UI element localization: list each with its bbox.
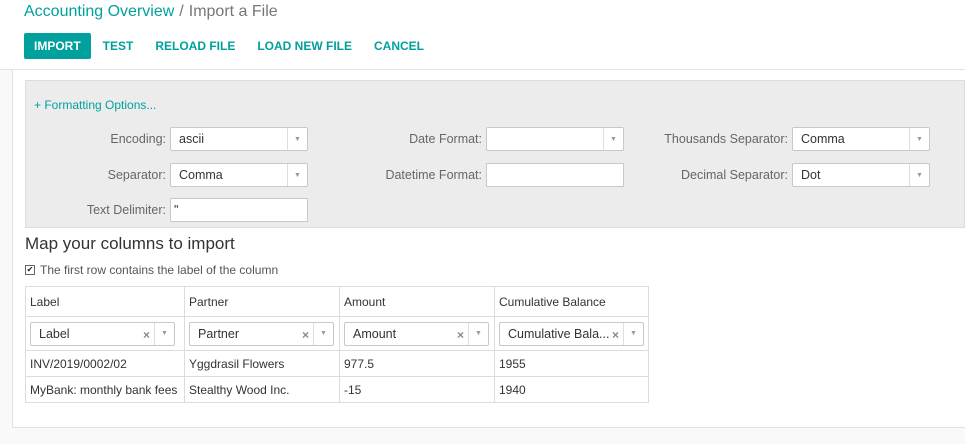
separator-value: Comma — [179, 168, 223, 182]
chevron-down-icon: ▼ — [909, 164, 929, 186]
breadcrumb: Accounting Overview / Import a File — [24, 2, 278, 22]
field-select-value: Cumulative Bala... — [508, 326, 610, 341]
encoding-row: Encoding: ascii ▼ — [26, 127, 308, 151]
clear-x-icon[interactable]: × — [457, 328, 464, 342]
field-select-value: Amount — [353, 326, 397, 341]
clear-x-icon[interactable]: × — [143, 328, 150, 342]
control-panel: Accounting Overview / Import a File IMPORT… — [0, 0, 965, 70]
column-header: Partner — [184, 286, 340, 317]
import-content: + Formatting Options... Encoding: ascii … — [12, 70, 965, 428]
table-cell: -15 — [339, 376, 495, 403]
breadcrumb-current: Import a File — [188, 3, 278, 20]
chevron-down-icon: ▼ — [603, 128, 623, 150]
cancel-button[interactable]: CANCEL — [364, 33, 434, 59]
chevron-down-icon: ▼ — [154, 322, 174, 345]
field-mapping-cell: Cumulative Bala... × ▼ — [494, 316, 649, 351]
chevron-down-icon: ▼ — [287, 164, 307, 186]
reload-file-button[interactable]: RELOAD FILE — [145, 33, 245, 59]
table-cell: 977.5 — [339, 350, 495, 377]
clear-x-icon[interactable]: × — [302, 328, 309, 342]
table-row: INV/2019/0002/02 Yggdrasil Flowers 977.5… — [25, 350, 649, 377]
first-row-header-checkbox[interactable]: ✔ — [25, 265, 35, 275]
datetime-format-label: Datetime Format: — [385, 168, 482, 182]
field-select-value: Partner — [198, 326, 239, 341]
chevron-down-icon: ▼ — [623, 322, 643, 345]
chevron-down-icon: ▼ — [468, 322, 488, 345]
table-cell: 1955 — [494, 350, 649, 377]
field-select-cumulative-balance[interactable]: Cumulative Bala... × ▼ — [499, 321, 644, 346]
column-header: Amount — [339, 286, 495, 317]
breadcrumb-separator: / — [179, 3, 184, 20]
table-cell: MyBank: monthly bank fees — [25, 376, 185, 403]
date-format-row: Date Format: ▼ — [356, 127, 624, 151]
formatting-options-toggle[interactable]: + Formatting Options... — [34, 98, 156, 112]
test-button[interactable]: TEST — [93, 33, 144, 59]
toolbar: IMPORT TEST RELOAD FILE LOAD NEW FILE CA… — [24, 33, 436, 59]
encoding-select[interactable]: ascii ▼ — [170, 127, 308, 151]
decimal-separator-value: Dot — [801, 168, 821, 182]
clear-x-icon[interactable]: × — [612, 328, 619, 342]
separator-label: Separator: — [107, 168, 166, 182]
date-format-label: Date Format: — [409, 132, 482, 146]
thousands-separator-value: Comma — [801, 132, 845, 146]
chevron-down-icon: ▼ — [287, 128, 307, 150]
first-row-header-label: The first row contains the label of the … — [40, 263, 279, 277]
formatting-options-panel: + Formatting Options... Encoding: ascii … — [25, 80, 965, 228]
text-delimiter-label: Text Delimiter: — [86, 203, 166, 217]
thousands-separator-row: Thousands Separator: Comma ▼ — [646, 127, 930, 151]
map-columns-title: Map your columns to import — [25, 234, 235, 253]
table-cell: 1940 — [494, 376, 649, 403]
column-mapping-table: Label Partner Amount Cumulative Balance … — [25, 286, 649, 403]
field-select-value: Label — [39, 326, 70, 341]
field-select-partner[interactable]: Partner × ▼ — [189, 321, 334, 346]
field-select-amount[interactable]: Amount × ▼ — [344, 321, 489, 346]
decimal-separator-select[interactable]: Dot ▼ — [792, 163, 930, 187]
text-delimiter-input[interactable]: " — [170, 198, 308, 222]
table-header-row: Label Partner Amount Cumulative Balance — [25, 286, 649, 317]
decimal-separator-row: Decimal Separator: Dot ▼ — [646, 163, 930, 187]
field-select-label[interactable]: Label × ▼ — [30, 321, 175, 346]
chevron-down-icon: ▼ — [909, 128, 929, 150]
table-cell: Yggdrasil Flowers — [184, 350, 340, 377]
check-icon: ✔ — [26, 265, 34, 274]
field-mapping-cell: Label × ▼ — [25, 316, 185, 351]
first-row-header-option: ✔ The first row contains the label of th… — [25, 263, 278, 277]
table-cell: INV/2019/0002/02 — [25, 350, 185, 377]
thousands-separator-select[interactable]: Comma ▼ — [792, 127, 930, 151]
thousands-separator-label: Thousands Separator: — [664, 132, 788, 146]
load-new-file-button[interactable]: LOAD NEW FILE — [247, 33, 362, 59]
column-header: Cumulative Balance — [494, 286, 649, 317]
date-format-select[interactable]: ▼ — [486, 127, 624, 151]
breadcrumb-parent-link[interactable]: Accounting Overview — [24, 3, 174, 20]
field-mapping-row: Label × ▼ Partner × ▼ Amount × ▼ Cumulat… — [25, 316, 649, 351]
chevron-down-icon: ▼ — [313, 322, 333, 345]
decimal-separator-label: Decimal Separator: — [681, 168, 788, 182]
encoding-label: Encoding: — [110, 132, 166, 146]
text-delimiter-row: Text Delimiter: " — [26, 198, 308, 222]
separator-row: Separator: Comma ▼ — [26, 163, 308, 187]
table-cell: Stealthy Wood Inc. — [184, 376, 340, 403]
datetime-format-input[interactable] — [486, 163, 624, 187]
table-row: MyBank: monthly bank fees Stealthy Wood … — [25, 376, 649, 403]
encoding-value: ascii — [179, 132, 205, 146]
separator-select[interactable]: Comma ▼ — [170, 163, 308, 187]
import-button[interactable]: IMPORT — [24, 33, 91, 59]
field-mapping-cell: Amount × ▼ — [339, 316, 495, 351]
field-mapping-cell: Partner × ▼ — [184, 316, 340, 351]
column-header: Label — [25, 286, 185, 317]
datetime-format-row: Datetime Format: — [356, 163, 624, 187]
